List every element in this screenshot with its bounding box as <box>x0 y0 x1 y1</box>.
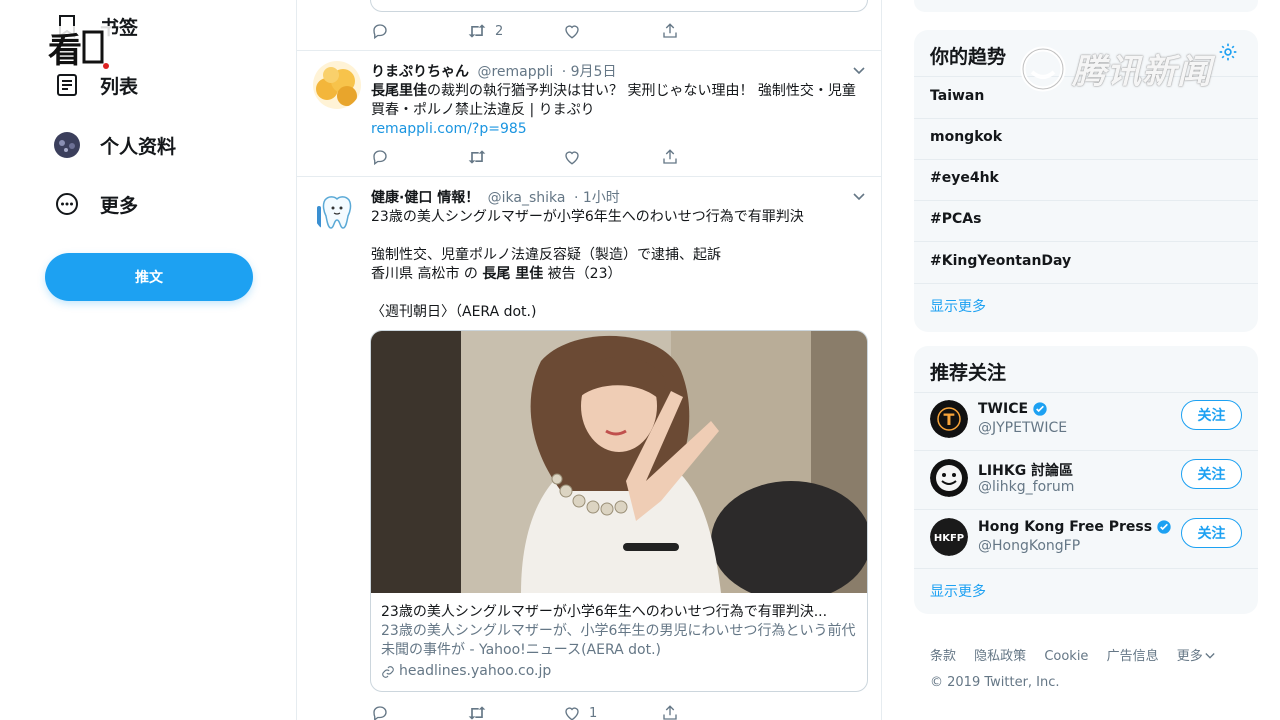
trend-item[interactable]: #KingYeontanDay <box>930 253 1071 269</box>
tweet-time[interactable]: · 1小时 <box>574 190 620 206</box>
nav-profile[interactable]: 个人资料 <box>50 125 176 165</box>
follow-button[interactable]: 关注 <box>1181 400 1242 430</box>
like-count: 1 <box>589 705 598 720</box>
svg-text:HKFP: HKFP <box>934 533 964 544</box>
heart-icon <box>565 707 579 720</box>
trend-item[interactable]: #PCAs <box>930 211 981 227</box>
share-icon <box>663 705 677 720</box>
copyright: © 2019 Twitter, Inc. <box>930 675 1060 690</box>
follow-suggestion-twice[interactable]: T TWICE @JYPETWICE 关注 <box>914 392 1258 448</box>
reply-button[interactable] <box>371 704 389 720</box>
tweet-line-3-bold: 長尾 里佳 <box>482 266 544 282</box>
follow-suggestion-lihkg[interactable]: LIHKG 討論區 @lihkg_forum 关注 <box>914 451 1258 507</box>
tweet-text: 23歳の美人シングルマザーが小学6年生へのわいせつ行為で有罪判決 強制性交、児童… <box>371 208 867 322</box>
svg-text:看: 看 <box>48 31 82 71</box>
nav-more[interactable]: 更多 <box>50 184 138 224</box>
avatar[interactable] <box>313 186 361 234</box>
tweet-ika-shika[interactable]: 健康·健口 情報！ @ika_shika · 1小时 23歳の美人シングルマザー… <box>297 0 881 720</box>
link-icon <box>382 665 394 678</box>
profile-avatar-icon <box>50 128 84 162</box>
footer-privacy[interactable]: 隐私政策 <box>974 649 1026 664</box>
tweet-line-3-c: 被告（23） <box>543 266 622 282</box>
avatar[interactable]: HKFP <box>930 518 968 556</box>
account-handle: @lihkg_forum <box>978 479 1075 495</box>
tweet-line-2: 強制性交、児童ポルノ法違反容疑（製造）で逮捕、起訴 <box>371 247 721 263</box>
panel-top-remnant <box>914 0 1258 12</box>
divider <box>914 200 1258 201</box>
tencent-news-logo-icon <box>1020 46 1066 91</box>
avatar[interactable]: T <box>930 400 968 438</box>
divider <box>914 568 1258 569</box>
footer-more-label: 更多 <box>1176 649 1203 664</box>
follow-show-more[interactable]: 显示更多 <box>930 581 986 601</box>
divider <box>914 241 1258 242</box>
card-description: 23歳の美人シングルマザーが、小学6年生の男児にわいせつ行為という前代未聞の事件… <box>381 623 856 658</box>
tweet-line-3: 香川県 高松市 の 長尾 里佳 被告（23） <box>371 265 867 284</box>
left-navigation: 书签 列表 个人资料 更多 推文 <box>0 0 296 720</box>
chevron-down-icon <box>1205 653 1215 659</box>
verified-badge-icon <box>1033 402 1047 416</box>
tweet-line-1: 23歳の美人シングルマザーが小学6年生へのわいせつ行為で有罪判決 <box>371 209 804 225</box>
more-circle-icon <box>50 187 84 221</box>
footer-more[interactable]: 更多 <box>1177 649 1215 664</box>
account-name[interactable]: LIHKG 討論區 <box>978 460 1073 480</box>
watermark-text: 腾讯新闻 <box>1072 52 1212 92</box>
watermark-tencent-news: 腾讯新闻 <box>1018 44 1212 93</box>
link-card[interactable]: 23歳の美人シングルマザーが小学6年生へのわいせつ行為で有罪判決... 23歳の… <box>370 330 868 692</box>
like-button[interactable]: 1 <box>563 704 597 720</box>
retweet-icon <box>468 706 486 720</box>
who-to-follow-panel: 推荐关注 T TWICE @JYPETWICE 关注 LIHKG 討論區 @li… <box>914 346 1258 614</box>
trends-title: 你的趋势 <box>930 46 1007 68</box>
footer-links: 条款 隐私政策 Cookie 广告信息 更多 <box>930 645 1229 664</box>
svg-text:T: T <box>944 410 955 429</box>
card-url: headlines.yahoo.co.jp <box>399 663 552 679</box>
author-handle[interactable]: @ika_shika <box>488 190 566 206</box>
nav-more-label: 更多 <box>100 194 139 217</box>
follow-button[interactable]: 关注 <box>1181 518 1242 548</box>
trend-item[interactable]: Taiwan <box>930 88 984 104</box>
card-title: 23歳の美人シングルマザーが小学6年生へのわいせつ行為で有罪判決... <box>381 604 828 620</box>
tweet-button[interactable]: 推文 <box>45 253 253 301</box>
divider <box>914 118 1258 119</box>
trend-item[interactable]: mongkok <box>930 129 1002 145</box>
footer-terms[interactable]: 条款 <box>930 649 956 664</box>
trends-show-more[interactable]: 显示更多 <box>930 296 986 316</box>
watermark-logo-left: 看 <box>44 22 114 74</box>
card-image[interactable] <box>371 331 868 593</box>
tweet-line-4: 〈週刊朝日〉（AERA dot.) <box>371 304 537 320</box>
share-button[interactable] <box>661 704 679 720</box>
chevron-down-icon[interactable] <box>853 193 865 201</box>
account-handle: @JYPETWICE <box>978 420 1068 436</box>
author-name[interactable]: 健康·健口 情報！ <box>371 190 479 206</box>
divider <box>914 283 1258 284</box>
account-name[interactable]: Hong Kong Free Press <box>978 519 1152 535</box>
footer-ads-info[interactable]: 广告信息 <box>1107 649 1159 664</box>
divider <box>914 159 1258 160</box>
retweet-button[interactable] <box>467 704 487 720</box>
footer-cookie[interactable]: Cookie <box>1044 649 1088 664</box>
nav-profile-label: 个人资料 <box>100 135 177 158</box>
trend-item[interactable]: #eye4hk <box>930 170 999 186</box>
follow-button[interactable]: 关注 <box>1181 459 1242 489</box>
gear-icon[interactable] <box>1218 42 1238 62</box>
follow-suggestion-hkfp[interactable]: HKFP Hong Kong Free Press @HongKongFP 关注 <box>914 510 1258 566</box>
nav-lists-label: 列表 <box>100 75 139 98</box>
account-handle: @HongKongFP <box>978 538 1081 554</box>
timeline: 2 りまぷりちゃん @remappli · 9月5日 長尾里佳の裁判の執行猶予判… <box>296 0 882 720</box>
tweet-line-3-a: 香川県 高松市 の <box>371 266 483 282</box>
avatar[interactable] <box>930 459 968 497</box>
verified-badge-icon <box>1157 520 1171 534</box>
reply-icon <box>373 706 387 720</box>
account-name[interactable]: TWICE <box>978 401 1028 417</box>
who-to-follow-title: 推荐关注 <box>930 362 1007 384</box>
